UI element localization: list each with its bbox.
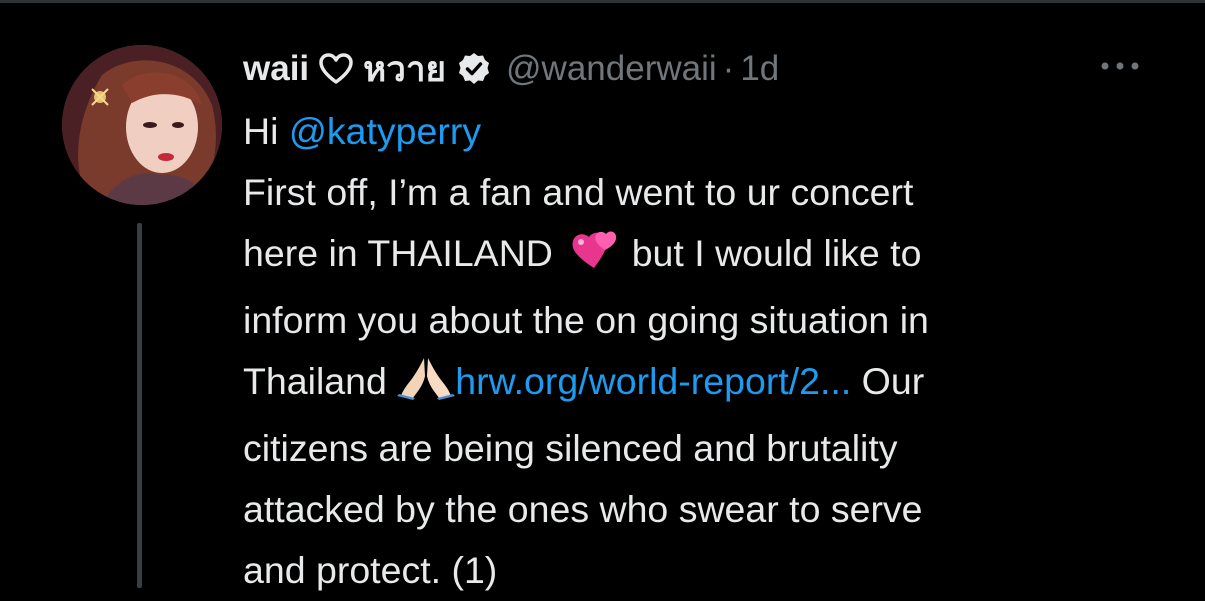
- line5-start: Thailand: [243, 360, 398, 402]
- more-options-icon[interactable]: [1096, 56, 1144, 76]
- hrw-link[interactable]: hrw.org/world-report/2...: [455, 360, 851, 402]
- tweet-header: waii หวาย @wanderwaii · 1d: [243, 44, 779, 94]
- avatar[interactable]: [62, 45, 222, 205]
- two-hearts-emoji: [563, 228, 621, 290]
- header-separator: ·: [722, 49, 735, 88]
- author-thai-name[interactable]: หวาย: [363, 42, 446, 97]
- verified-badge-icon: [456, 51, 492, 87]
- tweet-line-4: inform you about the on going situation …: [243, 299, 929, 341]
- mention-link[interactable]: @katyperry: [289, 110, 481, 152]
- author-handle[interactable]: @wanderwaii: [506, 49, 717, 89]
- tweet-text: Hi @katyperry First off, I’m a fan and w…: [243, 101, 1143, 601]
- tweet-line-3: here in THAILAND but I would like to: [243, 223, 1143, 290]
- thread-line: [137, 223, 142, 588]
- line3-start: here in THAILAND: [243, 232, 564, 274]
- greeting-text: Hi: [243, 110, 289, 152]
- avatar-image: [62, 45, 222, 205]
- top-divider: [0, 0, 1205, 3]
- heart-outline-icon: [319, 53, 353, 85]
- line3-end: but I would like to: [621, 232, 922, 274]
- folded-hands-emoji: [397, 354, 456, 418]
- tweet-timestamp[interactable]: 1d: [740, 49, 779, 89]
- tweet-line-8: and protect. (1): [243, 549, 498, 591]
- tweet-line-5: Thailand hrw.org/world-report/2... Our: [243, 351, 1143, 418]
- tweet-line-6: citizens are being silenced and brutalit…: [243, 427, 898, 469]
- line5-end: Our: [851, 360, 925, 402]
- tweet-line-7: attacked by the ones who swear to serve: [243, 488, 923, 530]
- author-display-name[interactable]: waii: [243, 49, 309, 89]
- tweet-line-2: First off, I’m a fan and went to ur conc…: [243, 171, 914, 213]
- tweet-line-1: Hi @katyperry: [243, 101, 1143, 162]
